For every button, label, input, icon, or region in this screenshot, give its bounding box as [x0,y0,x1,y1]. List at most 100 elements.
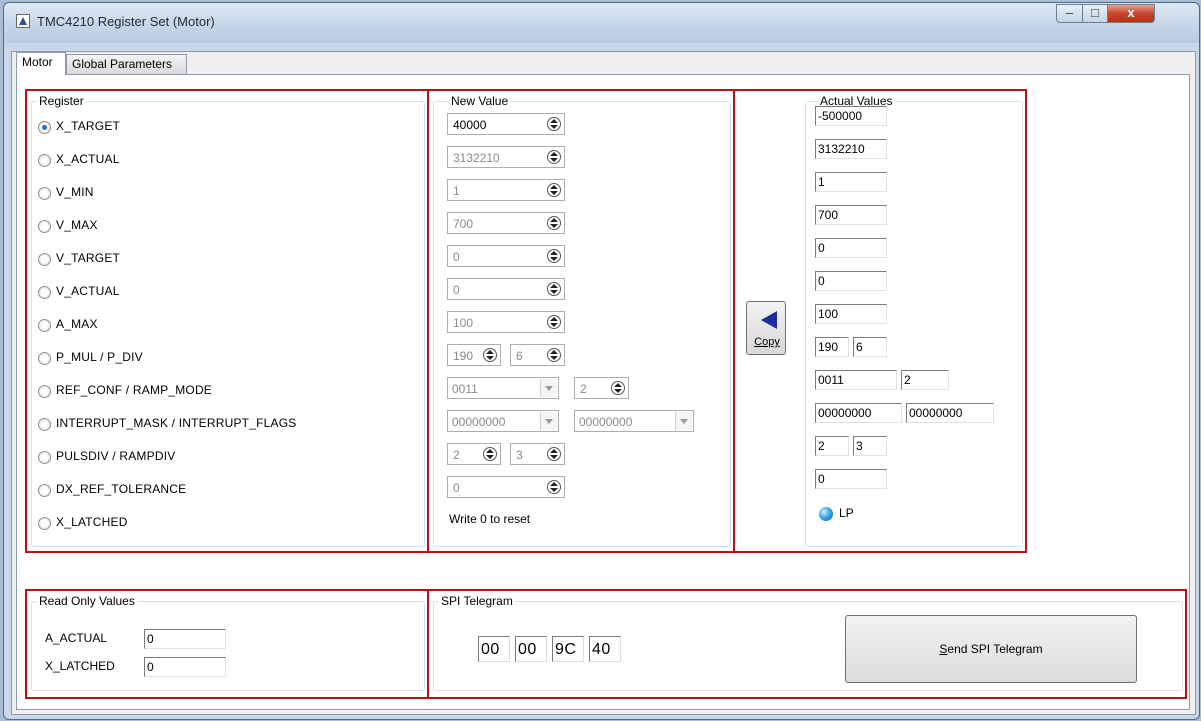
v-max-new-input[interactable]: 700 [447,212,565,234]
send-spi-telegram-button[interactable]: Send SPI Telegram [845,615,1137,683]
ramp-mode-actual-value: 2 [901,370,949,390]
v-target-new-input[interactable]: 0 [447,245,565,267]
a-max-new-input[interactable]: 100 [447,311,565,333]
spin-updown-icon[interactable] [547,249,561,263]
register-radio-label[interactable]: X_LATCHED [56,515,128,529]
maximize-button[interactable]: □ [1082,4,1108,23]
register-radio-5[interactable] [38,286,51,299]
register-radio-0[interactable] [38,121,51,134]
dx-ref-tolerance-actual-value: 0 [815,469,887,489]
actual-values-section: Copy Actual Values -500000 3132210 1 700… [733,89,1027,553]
x-actual-new-input[interactable]: 3132210 [447,146,565,168]
spin-updown-icon[interactable] [547,117,561,131]
register-radio-3[interactable] [38,220,51,233]
new-value-section: New Value 40000 3132210 1 700 0 0 100 19… [427,89,735,553]
dropdown-arrow-icon[interactable] [540,379,557,397]
spin-updown-icon[interactable] [547,447,561,461]
v-target-actual-value: 0 [815,238,887,258]
register-radio-11[interactable] [38,484,51,497]
interrupt-flags-actual-value: 00000000 [906,403,994,423]
x-latched-value: 0 [144,657,226,677]
ramp-mode-new-input[interactable]: 2 [574,377,629,399]
pulsdiv-new-input[interactable]: 2 [447,443,501,465]
dropdown-arrow-icon[interactable] [540,412,557,430]
register-radio-2[interactable] [38,187,51,200]
dropdown-arrow-icon[interactable] [675,412,692,430]
v-min-new-input[interactable]: 1 [447,179,565,201]
window-title: TMC4210 Register Set (Motor) [37,14,215,29]
x-target-actual-value: -500000 [815,106,887,126]
register-radio-label[interactable]: PULSDIV / RAMPDIV [56,449,175,463]
interrupt-flags-select[interactable]: 00000000 [574,410,694,432]
register-radio-label[interactable]: DX_REF_TOLERANCE [56,482,186,496]
spin-updown-icon[interactable] [547,315,561,329]
register-radio-label[interactable]: X_TARGET [56,119,120,133]
interrupt-mask-actual-value: 00000000 [815,403,902,423]
read-only-section: Read Only Values A_ACTUAL 0 X_LATCHED 0 [25,589,429,699]
spin-updown-icon[interactable] [547,216,561,230]
spin-updown-icon[interactable] [547,480,561,494]
ref-conf-select[interactable]: 0011 [447,377,559,399]
register-radio-6[interactable] [38,319,51,332]
lp-status-led-icon [819,507,833,521]
v-max-actual-value: 700 [815,205,887,225]
spin-updown-icon[interactable] [547,183,561,197]
p-div-actual-value: 6 [853,337,887,357]
register-radio-1[interactable] [38,154,51,167]
register-radio-9[interactable] [38,418,51,431]
register-radio-label[interactable]: REF_CONF / RAMP_MODE [56,383,212,397]
v-min-actual-value: 1 [815,172,887,192]
register-radio-label[interactable]: V_MIN [56,185,94,199]
new-value-title: New Value [449,94,511,108]
register-radio-4[interactable] [38,253,51,266]
register-radio-8[interactable] [38,385,51,398]
register-radio-7[interactable] [38,352,51,365]
spin-updown-icon[interactable] [611,381,625,395]
title-bar[interactable]: TMC4210 Register Set (Motor) – □ x [4,3,1199,43]
a-actual-value: 0 [144,629,226,649]
lp-label: LP [839,506,854,520]
spi-byte-input[interactable]: 00 [515,636,547,662]
tab-motor[interactable]: Motor [16,52,66,75]
register-section: Register X_TARGET X_ACTUAL V_MIN V_MAX V_TAR… [25,89,429,553]
spin-updown-icon[interactable] [547,282,561,296]
register-radio-label[interactable]: X_ACTUAL [56,152,120,166]
interrupt-mask-select[interactable]: 00000000 [447,410,559,432]
rampdiv-new-input[interactable]: 3 [510,443,565,465]
spin-updown-icon[interactable] [547,348,561,362]
register-radio-label[interactable]: A_MAX [56,317,98,331]
pulsdiv-actual-value: 2 [815,436,849,456]
spi-telegram-title: SPI Telegram [439,594,515,608]
ref-conf-actual-value: 0011 [815,370,897,390]
close-button[interactable]: x [1107,4,1155,23]
spin-updown-icon[interactable] [483,348,497,362]
spin-updown-icon[interactable] [483,447,497,461]
dx-ref-tolerance-new-input[interactable]: 0 [447,476,565,498]
register-radio-12[interactable] [38,517,51,530]
spin-updown-icon[interactable] [547,150,561,164]
x-latched-label: X_LATCHED [45,659,115,673]
register-radio-label[interactable]: P_MUL / P_DIV [56,350,143,364]
register-title: Register [37,94,86,108]
register-radio-label[interactable]: V_ACTUAL [56,284,120,298]
reset-hint: Write 0 to reset [449,512,531,526]
app-icon[interactable] [16,14,30,28]
p-mul-actual-value: 190 [815,337,849,357]
register-radio-label[interactable]: V_MAX [56,218,98,232]
copy-button[interactable]: Copy [746,301,786,355]
register-radio-label[interactable]: INTERRUPT_MASK / INTERRUPT_FLAGS [56,416,296,430]
client-area: Motor Global Parameters Register X_TARGE… [11,51,1196,715]
p-mul-new-input[interactable]: 190 [447,344,501,366]
register-radio-10[interactable] [38,451,51,464]
motor-tab-page: Register X_TARGET X_ACTUAL V_MIN V_MAX V_TAR… [16,74,1190,710]
register-radio-label[interactable]: V_TARGET [56,251,120,265]
tab-global-parameters[interactable]: Global Parameters [66,54,187,74]
spi-byte-input[interactable]: 40 [589,636,621,662]
p-div-new-input[interactable]: 6 [510,344,565,366]
minimize-button[interactable]: – [1056,4,1083,23]
arrow-left-icon [761,311,777,329]
v-actual-new-input[interactable]: 0 [447,278,565,300]
spi-byte-input[interactable]: 9C [552,636,584,662]
spi-byte-input[interactable]: 00 [478,636,510,662]
x-target-new-input[interactable]: 40000 [447,113,565,135]
